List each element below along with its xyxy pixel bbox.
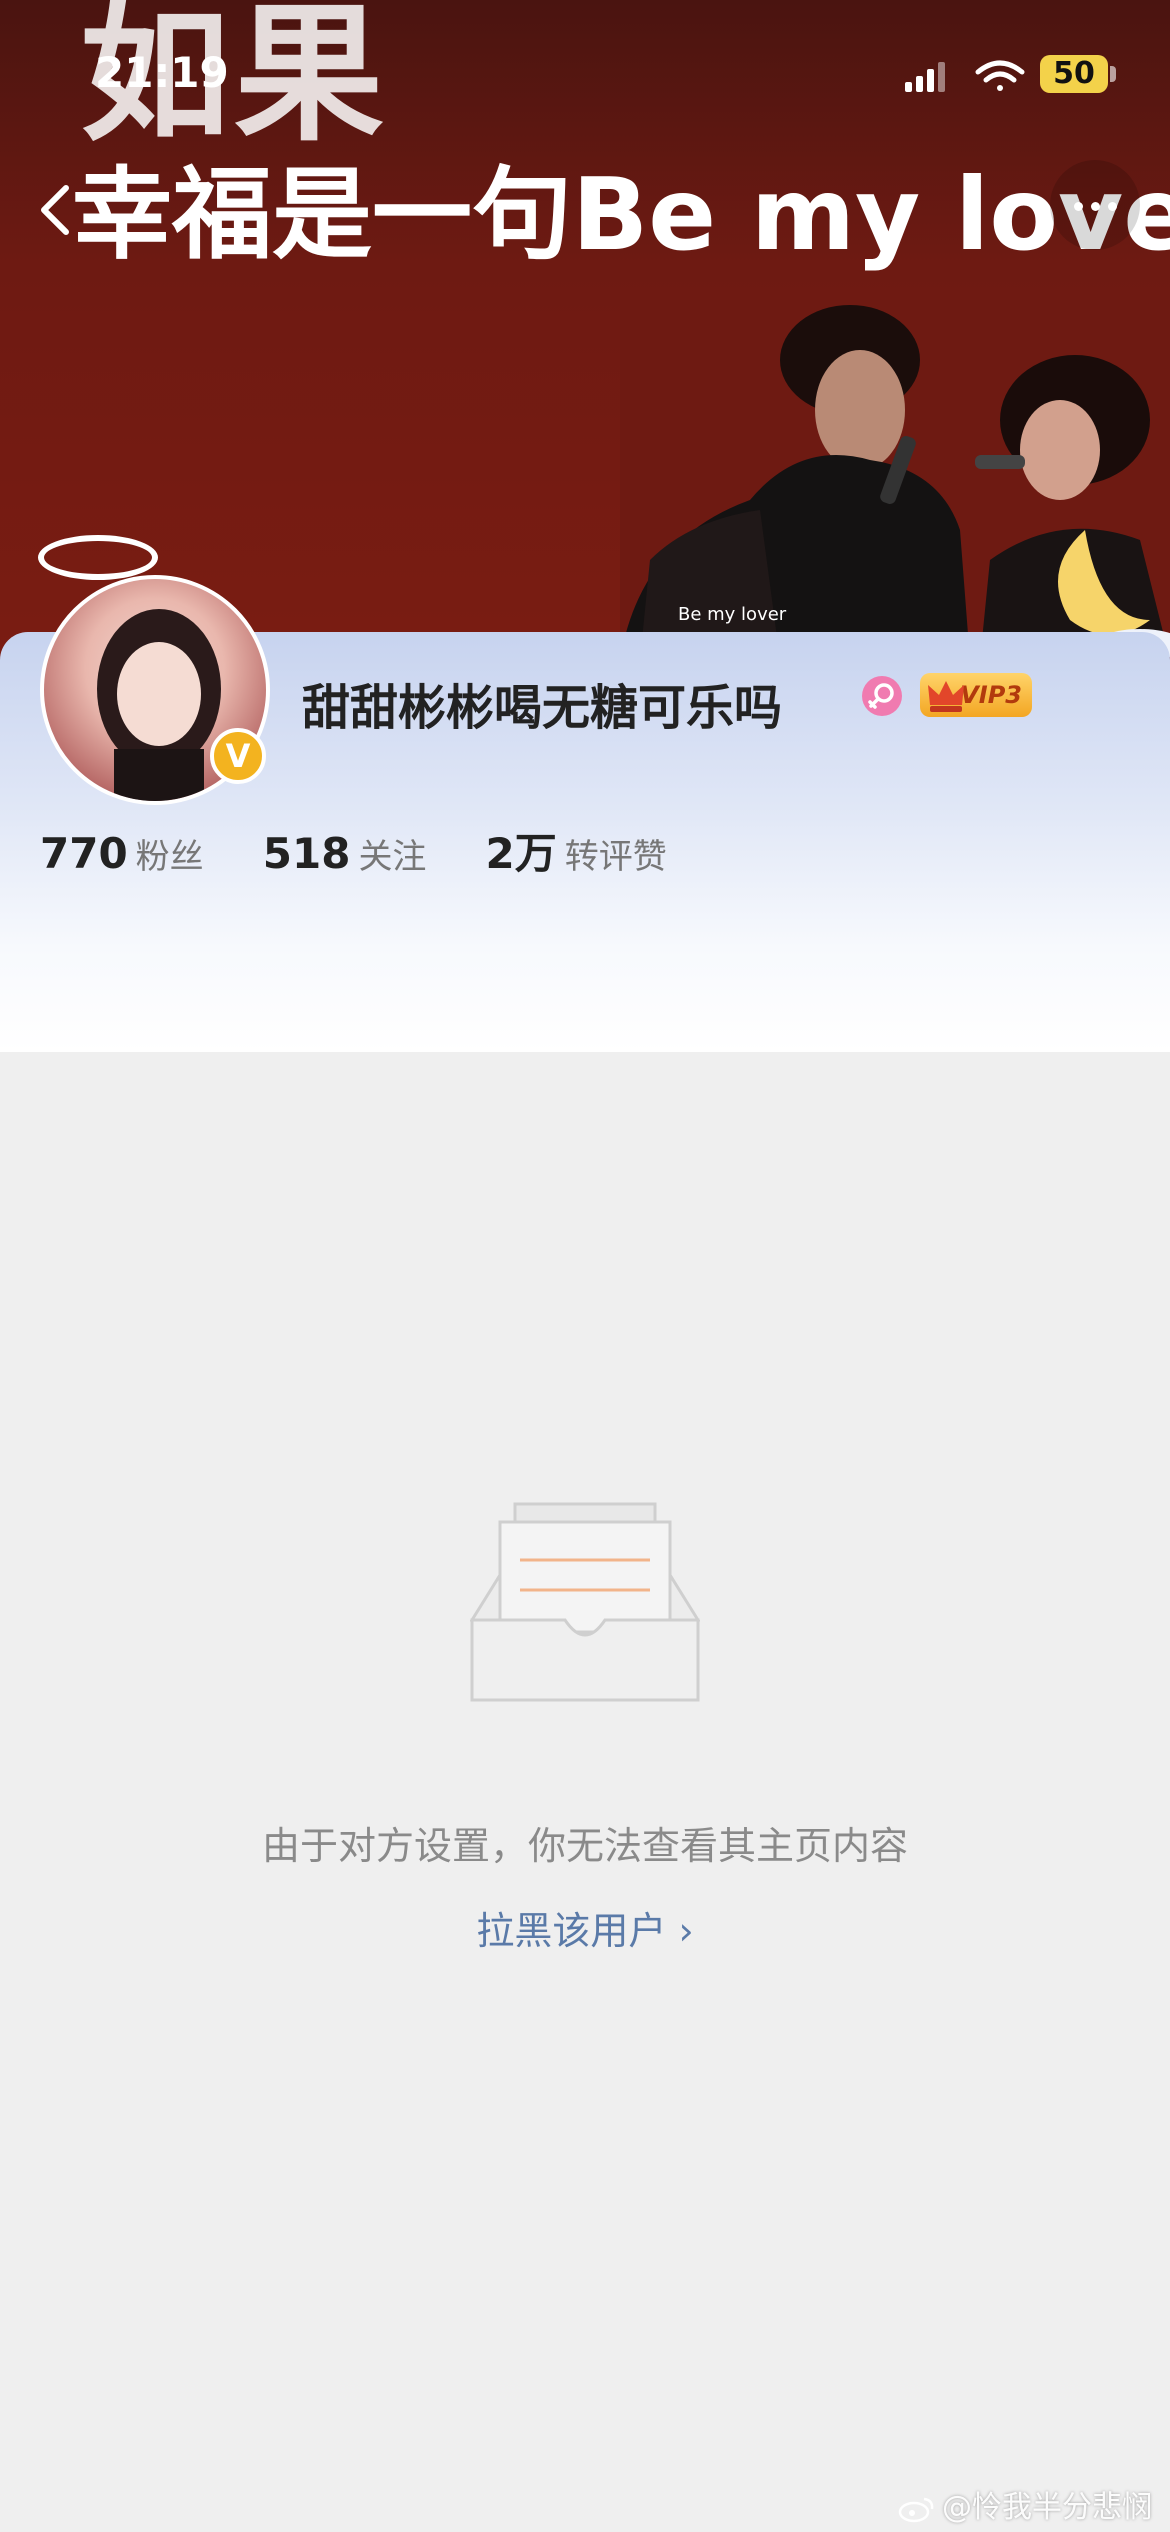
watermark: @怜我半分悲悯 xyxy=(898,2482,1152,2526)
empty-tray-icon xyxy=(470,1502,700,1702)
stat-value: 770 xyxy=(40,829,128,878)
more-dots-icon xyxy=(1074,202,1083,211)
empty-state-message: 由于对方设置，你无法查看其主页内容 xyxy=(261,1824,908,1868)
weibo-logo-icon xyxy=(898,2497,934,2522)
stat-likes[interactable]: 2万 转评赞 xyxy=(486,820,667,881)
more-button[interactable] xyxy=(1050,160,1140,250)
vip-badge[interactable]: VIP3 xyxy=(920,673,1032,717)
halo-decoration xyxy=(38,535,158,580)
signal-icon xyxy=(905,62,945,92)
female-icon xyxy=(862,676,902,716)
stat-label: 转评赞 xyxy=(564,837,667,877)
stat-label: 关注 xyxy=(358,837,427,877)
profile-stats: 770 粉丝 518 关注 2万 转评赞 xyxy=(40,820,721,880)
stat-value: 2万 xyxy=(485,829,557,878)
stat-value: 518 xyxy=(262,829,351,878)
battery-tip xyxy=(1110,66,1116,82)
stat-following[interactable]: 518 关注 xyxy=(263,829,427,878)
crown-icon xyxy=(928,681,964,712)
back-button[interactable] xyxy=(30,180,80,240)
battery-indicator: 50 xyxy=(1040,55,1108,93)
stat-label: 粉丝 xyxy=(135,837,204,877)
banner-text-line2: 幸福是一句Be my lover xyxy=(72,156,1170,273)
stat-followers[interactable]: 770 粉丝 xyxy=(40,829,204,878)
vip-label: VIP3 xyxy=(960,681,1022,709)
status-time: 21:19 xyxy=(95,48,229,97)
wifi-icon xyxy=(975,60,1025,91)
verified-badge: V xyxy=(210,728,266,784)
block-user-link[interactable]: 拉黑该用户 › xyxy=(0,1900,1170,1955)
photo-subtitle: Be my lover xyxy=(678,604,787,625)
username: 甜甜彬彬喝无糖可乐吗 xyxy=(302,680,783,736)
watermark-text: @怜我半分悲悯 xyxy=(942,2490,1152,2525)
